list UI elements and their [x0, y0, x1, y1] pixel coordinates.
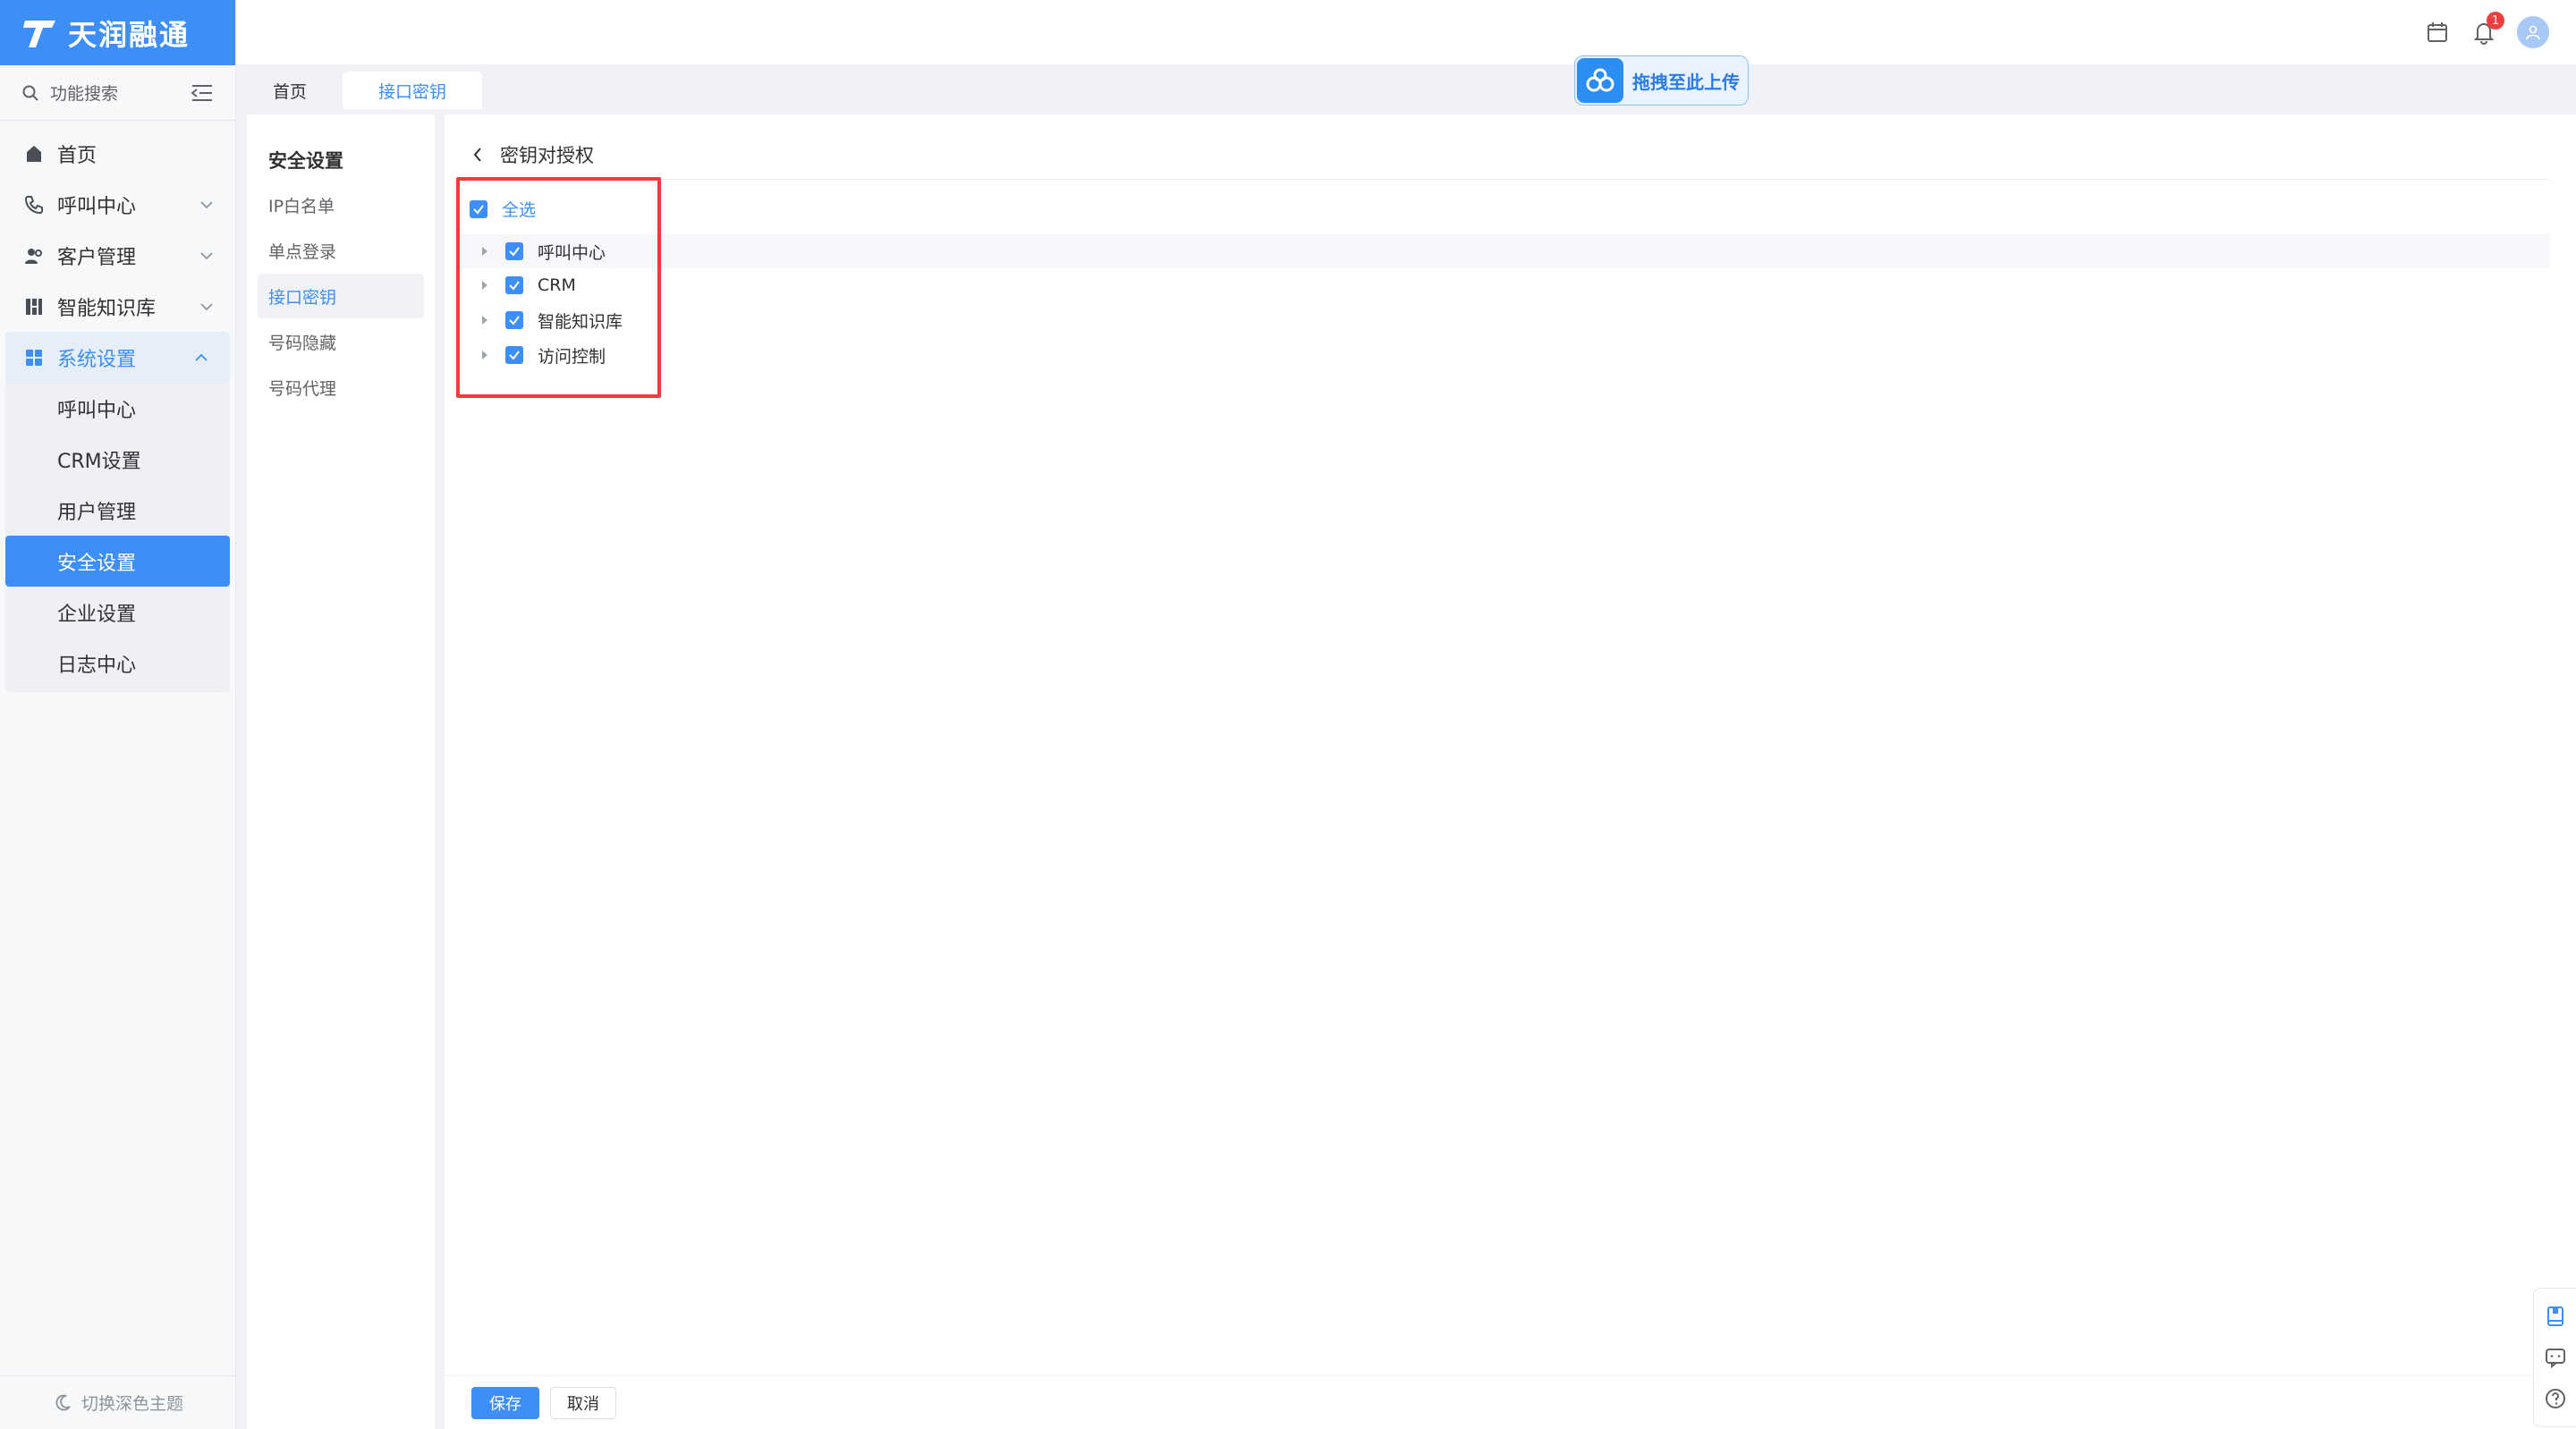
drag-upload-button[interactable]: 拖拽至此上传: [1574, 55, 1749, 106]
main-content: 密钥对授权 全选 呼叫中心 CRM 智能知识库 访问控制 保存 取消: [445, 114, 2576, 1429]
title-divider: [471, 179, 2549, 180]
tab-home[interactable]: 首页: [237, 72, 343, 109]
calendar-icon[interactable]: [2424, 19, 2451, 46]
avatar[interactable]: [2517, 16, 2549, 48]
tab-bar: 首页 接口密钥: [237, 72, 2576, 109]
sidebar-item-label: 客户管理: [57, 246, 137, 269]
search-input[interactable]: 功能搜索: [50, 80, 191, 105]
collapse-menu-icon[interactable]: [191, 83, 214, 103]
sidebar-item-label: 智能知识库: [57, 297, 157, 320]
cloud-upload-icon: [1577, 58, 1623, 103]
chevron-down-icon: [200, 251, 213, 259]
sidebar-item-label: 首页: [57, 144, 97, 167]
sidebar-item-label: 呼叫中心: [57, 195, 137, 218]
right-float-tools: [2533, 1288, 2576, 1427]
panel-item-number-proxy[interactable]: 号码代理: [258, 365, 424, 410]
panel-item-sso[interactable]: 单点登录: [258, 228, 424, 273]
sidebar-item-knowledge[interactable]: 智能知识库: [0, 281, 235, 332]
highlight-box: [456, 177, 661, 398]
tab-api-key[interactable]: 接口密钥: [343, 72, 483, 109]
submenu-item-call-center[interactable]: 呼叫中心: [5, 383, 230, 434]
dark-theme-toggle[interactable]: 切换深色主题: [0, 1375, 236, 1429]
user-icon: [2526, 25, 2540, 40]
panel-item-ip-whitelist[interactable]: IP白名单: [258, 182, 424, 227]
sidebar-item-home[interactable]: 首页: [0, 128, 235, 179]
function-search[interactable]: 功能搜索: [0, 65, 235, 121]
submenu-item-enterprise[interactable]: 企业设置: [5, 587, 230, 638]
chevron-left-icon[interactable]: [471, 145, 484, 165]
page-title: 密钥对授权: [500, 145, 594, 166]
panel-title: 安全设置: [268, 150, 343, 172]
knowledge-icon: [26, 298, 42, 315]
security-settings-panel: 安全设置 IP白名单 单点登录 接口密钥 号码隐藏 号码代理: [247, 114, 435, 1429]
sidebar-item-system-settings[interactable]: 系统设置: [5, 332, 230, 383]
submenu-item-user-management[interactable]: 用户管理: [5, 485, 230, 536]
moon-icon: [55, 1394, 71, 1410]
sidebar: 天润融通 功能搜索 首页 呼叫中心 客户管理 智能知识库 系统设置 呼叫中心 C…: [0, 0, 236, 1429]
sidebar-item-customer[interactable]: 客户管理: [0, 230, 235, 281]
notebook-icon[interactable]: [2544, 1305, 2567, 1328]
users-icon: [25, 248, 42, 264]
cancel-button[interactable]: 取消: [550, 1386, 616, 1419]
brand-name: 天润融通: [68, 17, 191, 52]
submenu-item-log-center[interactable]: 日志中心: [5, 638, 230, 689]
chevron-down-icon: [200, 302, 213, 310]
home-icon: [27, 145, 41, 162]
notification-button[interactable]: 1: [2470, 12, 2504, 46]
help-icon[interactable]: [2544, 1387, 2567, 1410]
sidebar-item-label: 系统设置: [57, 348, 137, 371]
form-footer: 保存 取消: [445, 1375, 2576, 1429]
submenu-item-crm[interactable]: CRM设置: [5, 434, 230, 485]
chevron-up-icon: [195, 353, 208, 361]
grid-icon: [26, 349, 42, 366]
save-button[interactable]: 保存: [471, 1386, 539, 1419]
panel-item-api-key[interactable]: 接口密钥: [258, 274, 424, 318]
header-tools: 1: [2424, 12, 2549, 48]
submenu-item-security[interactable]: 安全设置: [5, 536, 230, 587]
system-settings-submenu: 呼叫中心 CRM设置 用户管理 安全设置 企业设置 日志中心: [5, 383, 230, 692]
search-icon: [22, 85, 38, 101]
upload-label: 拖拽至此上传: [1632, 71, 1740, 93]
top-header: 1: [237, 0, 2576, 65]
chevron-down-icon: [200, 200, 213, 208]
brand-logo[interactable]: 天润融通: [0, 0, 235, 65]
tree-node-call-center[interactable]: 呼叫中心: [457, 234, 2550, 268]
back-header[interactable]: 密钥对授权: [471, 132, 594, 177]
notification-badge: 1: [2487, 12, 2504, 30]
theme-toggle-label: 切换深色主题: [80, 1394, 183, 1414]
logo-mark-icon: [23, 20, 55, 47]
panel-item-number-hiding[interactable]: 号码隐藏: [258, 319, 424, 364]
phone-icon: [24, 195, 43, 214]
sidebar-item-call-center[interactable]: 呼叫中心: [0, 179, 235, 230]
chat-icon[interactable]: [2544, 1346, 2567, 1369]
